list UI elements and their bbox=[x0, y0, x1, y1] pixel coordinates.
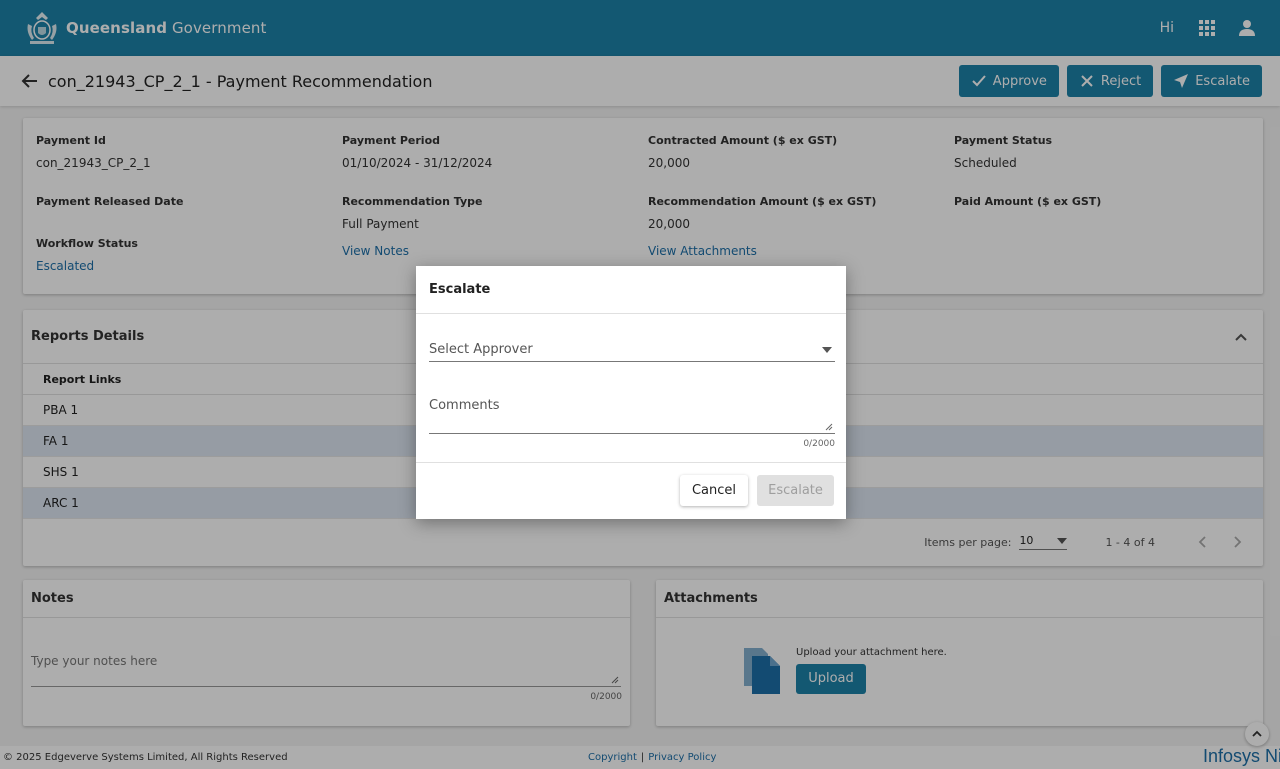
dropdown-arrow-icon bbox=[822, 346, 832, 353]
dialog-escalate-button[interactable]: Escalate bbox=[757, 475, 834, 506]
cancel-button[interactable]: Cancel bbox=[680, 475, 748, 506]
resize-handle-icon[interactable] bbox=[825, 423, 833, 431]
select-approver-placeholder: Select Approver bbox=[429, 342, 533, 357]
comments-textarea[interactable]: Comments bbox=[429, 398, 835, 434]
dialog-actions: Cancel Escalate bbox=[416, 462, 846, 519]
escalate-dialog: Escalate Select Approver Comments 0/2000… bbox=[416, 266, 846, 519]
comments-placeholder: Comments bbox=[429, 398, 500, 413]
select-approver-dropdown[interactable]: Select Approver bbox=[429, 338, 835, 362]
comments-char-count: 0/2000 bbox=[803, 439, 835, 449]
dialog-title: Escalate bbox=[416, 266, 846, 314]
